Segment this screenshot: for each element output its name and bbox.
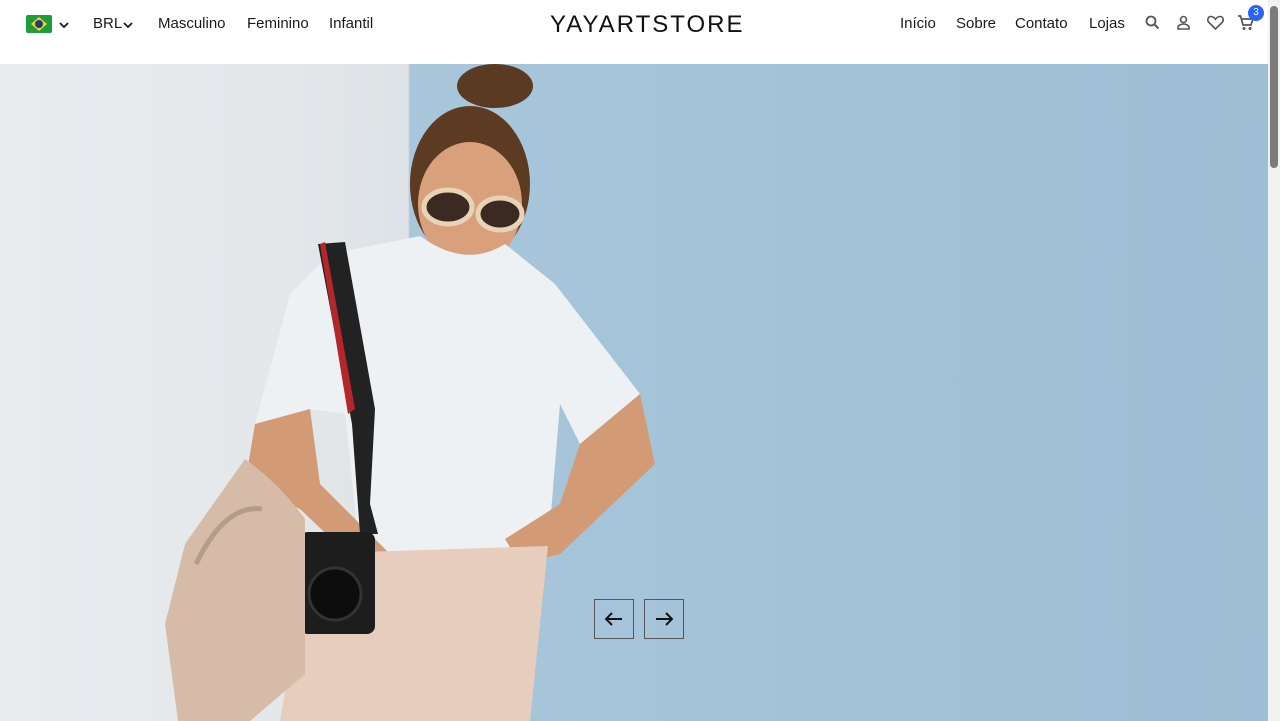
- nav-inicio[interactable]: Início: [900, 15, 936, 33]
- scrollbar-thumb[interactable]: [1270, 6, 1278, 168]
- arrow-left-icon: [605, 612, 622, 626]
- carousel-prev-button[interactable]: [594, 599, 634, 639]
- search-icon[interactable]: [1144, 14, 1161, 31]
- nav-feminino[interactable]: Feminino: [247, 15, 309, 33]
- nav-masculino[interactable]: Masculino: [158, 15, 226, 33]
- nav-lojas[interactable]: Lojas: [1089, 15, 1125, 33]
- hero-banner: [0, 64, 1280, 721]
- nav-sobre[interactable]: Sobre: [956, 15, 996, 33]
- hero-photo: [165, 64, 655, 721]
- arrow-right-icon: [656, 612, 673, 626]
- hair-bun: [457, 64, 533, 108]
- chevron-down-icon[interactable]: [121, 18, 135, 32]
- nav-contato[interactable]: Contato: [1015, 15, 1068, 33]
- cart-count-badge: 3: [1248, 5, 1264, 21]
- site-logo[interactable]: YAYARTSTORE: [550, 11, 743, 39]
- chevron-down-icon[interactable]: [57, 18, 71, 32]
- heart-icon[interactable]: [1206, 14, 1225, 31]
- carousel-next-button[interactable]: [644, 599, 684, 639]
- user-icon[interactable]: [1175, 14, 1192, 31]
- currency-selector[interactable]: BRL: [93, 15, 122, 33]
- site-header: BRL Masculino Feminino Infantil YAYARTST…: [0, 0, 1280, 64]
- brazil-flag-icon[interactable]: [26, 15, 52, 33]
- nav-infantil[interactable]: Infantil: [329, 15, 373, 33]
